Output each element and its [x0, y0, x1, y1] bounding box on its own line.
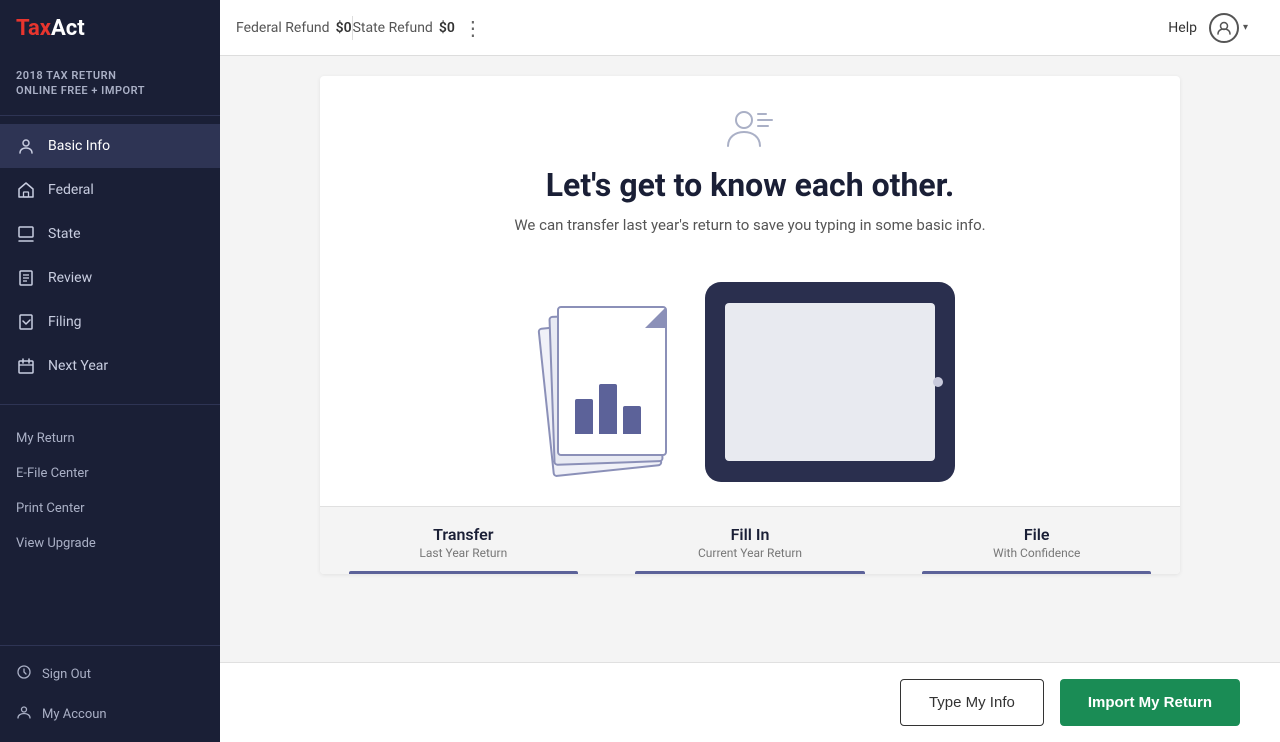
doc-page-1	[557, 306, 667, 456]
sidebar-item-label: Next Year	[48, 358, 108, 374]
sidebar-item-federal[interactable]: Federal	[0, 168, 220, 212]
sidebar-item-filing[interactable]: Filing	[0, 300, 220, 344]
step-subtitle: With Confidence	[993, 546, 1080, 560]
card-heading: Let's get to know each other.	[546, 166, 955, 204]
federal-refund: Federal Refund $0	[236, 20, 352, 36]
logo-act: Act	[51, 16, 85, 41]
step-transfer: Transfer Last Year Return	[320, 507, 607, 574]
sidebar-item-label: Filing	[48, 314, 82, 330]
person-icon	[16, 136, 36, 156]
sidebar-item-view-upgrade[interactable]: View Upgrade	[0, 526, 220, 561]
sidebar-item-efile-center[interactable]: E-File Center	[0, 456, 220, 491]
account-icon	[16, 704, 32, 724]
topbar: Federal Refund $0 State Refund $0 ⋮ Help…	[220, 0, 1280, 56]
step-title: File	[1024, 525, 1050, 544]
main-card: Let's get to know each other. We can tra…	[320, 76, 1180, 574]
sidebar-item-label: Basic Info	[48, 138, 110, 154]
topbar-right: Help ▾	[1168, 13, 1264, 43]
sidebar-item-print-center[interactable]: Print Center	[0, 491, 220, 526]
footer-bar: Type My Info Import My Return	[220, 662, 1280, 742]
card-top: Let's get to know each other. We can tra…	[320, 76, 1180, 482]
sidebar-subtitle: 2018 TAX RETURN ONLINE FREE + IMPORT	[0, 56, 220, 116]
user-avatar-button[interactable]: ▾	[1209, 13, 1248, 43]
calendar-icon	[16, 356, 36, 376]
sidebar-divider	[0, 404, 220, 405]
sidebar-item-next-year[interactable]: Next Year	[0, 344, 220, 388]
step-file: File With Confidence	[893, 507, 1180, 574]
doc-chart	[575, 374, 645, 434]
sidebar-item-my-account[interactable]: My Accoun	[0, 694, 220, 734]
import-my-return-button[interactable]: Import My Return	[1060, 679, 1240, 726]
chevron-down-icon: ▾	[1243, 22, 1248, 33]
sidebar-nav: Basic Info Federal State R	[0, 116, 220, 396]
step-subtitle: Last Year Return	[419, 546, 507, 560]
tablet-screen	[725, 303, 935, 461]
sidebar-item-label: Federal	[48, 182, 94, 198]
sidebar-bottom-label: Sign Out	[42, 667, 91, 682]
federal-refund-label: Federal Refund	[236, 20, 330, 36]
subtitle-line2: ONLINE FREE + IMPORT	[16, 83, 204, 98]
help-link[interactable]: Help	[1168, 20, 1197, 36]
sidebar-item-basic-info[interactable]: Basic Info	[0, 124, 220, 168]
home-icon	[16, 180, 36, 200]
sign-out-icon	[16, 664, 32, 684]
step-subtitle: Current Year Return	[698, 546, 802, 560]
illustration	[505, 262, 995, 482]
state-refund-label: State Refund	[353, 20, 433, 36]
doc-bar-2	[599, 384, 617, 434]
sidebar-item-label: State	[48, 226, 81, 242]
topbar-more-button[interactable]: ⋮	[455, 12, 491, 44]
user-circle-icon	[1209, 13, 1239, 43]
flag-icon	[16, 224, 36, 244]
subtitle-line1: 2018 TAX RETURN	[16, 68, 204, 83]
main-content: Let's get to know each other. We can tra…	[220, 56, 1280, 742]
logo-tax: Tax	[16, 16, 51, 41]
step-fill-in: Fill In Current Year Return	[607, 507, 894, 574]
card-subheading: We can transfer last year's return to sa…	[514, 216, 985, 234]
filing-icon	[16, 312, 36, 332]
state-refund-amount: $0	[439, 20, 455, 36]
tablet-button	[933, 377, 943, 387]
steps-bar: Transfer Last Year Return Fill In Curren…	[320, 506, 1180, 574]
sidebar-item-my-return[interactable]: My Return	[0, 421, 220, 456]
sidebar-secondary-label: E-File Center	[16, 466, 89, 481]
review-icon	[16, 268, 36, 288]
doc-bar-3	[623, 406, 641, 434]
tablet-device	[705, 282, 955, 482]
step-title: Fill In	[731, 525, 770, 544]
sidebar-bottom-nav: Sign Out My Accoun	[0, 645, 220, 742]
sidebar-item-review[interactable]: Review	[0, 256, 220, 300]
sidebar-item-label: Review	[48, 270, 92, 286]
federal-refund-amount: $0	[336, 20, 352, 36]
sidebar: 2018 TAX RETURN ONLINE FREE + IMPORT Bas…	[0, 56, 220, 742]
sidebar-secondary-label: Print Center	[16, 501, 85, 516]
sidebar-secondary-label: My Return	[16, 431, 75, 446]
sidebar-secondary-nav: My Return E-File Center Print Center Vie…	[0, 413, 220, 569]
person-icon-large	[724, 106, 776, 154]
sidebar-item-state[interactable]: State	[0, 212, 220, 256]
sidebar-item-sign-out[interactable]: Sign Out	[0, 654, 220, 694]
type-my-info-button[interactable]: Type My Info	[900, 679, 1044, 726]
sidebar-logo: TaxAct	[0, 0, 220, 56]
state-refund: State Refund $0	[353, 20, 455, 36]
document-stack	[545, 302, 675, 482]
taxact-logo: TaxAct	[16, 16, 85, 41]
sidebar-secondary-label: View Upgrade	[16, 536, 96, 551]
sidebar-bottom-label: My Accoun	[42, 707, 107, 722]
doc-bar-1	[575, 399, 593, 434]
step-title: Transfer	[433, 525, 493, 544]
